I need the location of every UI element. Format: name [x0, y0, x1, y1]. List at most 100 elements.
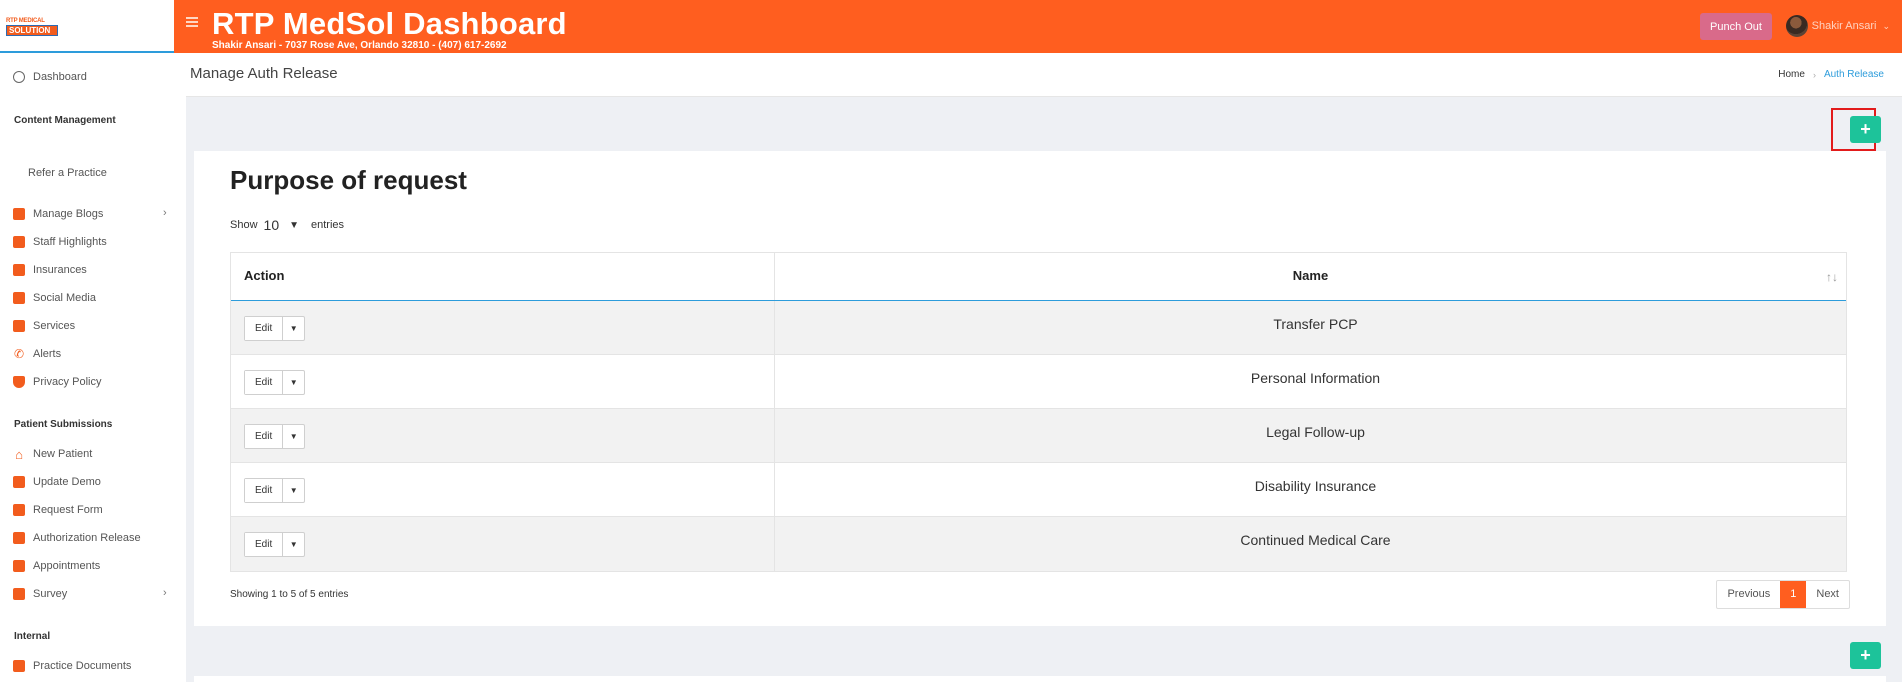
table-header: Action Name ↑↓ [231, 253, 1846, 301]
header-bar: RTP MedSol Dashboard Shakir Ansari - 703… [174, 0, 1902, 53]
pagination-next[interactable]: Next [1806, 581, 1849, 608]
chevron-right-icon: › [1812, 69, 1816, 80]
sidebar-item-update-demo[interactable]: Update Demo [12, 475, 101, 489]
sidebar-item-survey[interactable]: Survey [12, 587, 67, 601]
blog-icon [12, 207, 26, 221]
sidebar-item-label: Alerts [33, 348, 62, 360]
edit-button[interactable]: Edit [245, 533, 284, 556]
avatar [1785, 15, 1808, 37]
punch-out-button[interactable]: Punch Out [1700, 13, 1772, 40]
sidebar-item-services[interactable]: Services [12, 319, 75, 333]
card-icon [12, 475, 26, 489]
sidebar-item-privacy-policy[interactable]: Privacy Policy [12, 375, 101, 389]
sidebar-item-label: Authorization Release [33, 532, 141, 544]
table-row: Edit ▼ Disability Insurance [231, 463, 1846, 517]
insurance-icon [12, 263, 26, 277]
chart-icon [12, 587, 26, 601]
sidebar-item-alerts[interactable]: ✆ Alerts [12, 347, 61, 361]
gauge-icon [12, 70, 26, 84]
caret-down-icon[interactable]: ▼ [283, 425, 304, 448]
action-cell: Edit ▼ [231, 301, 775, 354]
name-cell: Disability Insurance [1254, 478, 1377, 494]
sidebar-item-label: Survey [33, 588, 68, 600]
sidebar-item-label: Refer a Practice [28, 167, 107, 179]
logo-line2: SOLUTION [6, 24, 58, 36]
page-title: Manage Auth Release [190, 65, 338, 82]
edit-button-group: Edit ▼ [244, 370, 306, 395]
social-icon [12, 291, 26, 305]
name-cell: Continued Medical Care [1240, 532, 1391, 548]
sidebar-item-label: Appointments [33, 560, 101, 572]
purpose-card: Purpose of request Show 10 ▼ entries Act… [194, 151, 1886, 626]
sidebar-item-request-form[interactable]: Request Form [12, 503, 103, 517]
sidebar-item-dashboard[interactable]: Dashboard [12, 70, 87, 84]
sidebar-item-authorization-release[interactable]: Authorization Release [12, 531, 141, 545]
app-title: RTP MedSol Dashboard [212, 6, 567, 41]
edit-button-group: Edit ▼ [244, 424, 306, 449]
edit-button[interactable]: Edit [245, 317, 284, 340]
caret-down-icon[interactable]: ▼ [283, 317, 304, 340]
column-header-label: Name [1292, 268, 1329, 283]
pagination-page-1[interactable]: 1 [1780, 581, 1807, 608]
caret-down-icon[interactable]: ▼ [283, 371, 304, 394]
action-cell: Edit ▼ [231, 355, 775, 408]
sidebar-item-refer[interactable]: Refer a Practice [28, 167, 107, 179]
pagination-previous[interactable]: Previous [1717, 581, 1780, 608]
table-row: Edit ▼ Legal Follow-up [231, 409, 1846, 463]
services-icon [12, 319, 26, 333]
clipboard-icon [12, 659, 26, 673]
edit-button[interactable]: Edit [245, 371, 284, 394]
sidebar-item-label: Privacy Policy [33, 376, 102, 388]
chevron-down-icon[interactable]: ▼ [289, 220, 299, 231]
sidebar-item-appointments[interactable]: Appointments [12, 559, 100, 573]
sidebar-item-staff-highlights[interactable]: Staff Highlights [12, 235, 107, 249]
table-row: Edit ▼ Personal Information [231, 355, 1846, 409]
next-card [194, 676, 1886, 682]
card-title: Purpose of request [230, 165, 467, 195]
user-menu[interactable]: Shakir Ansari ⌄ [1785, 15, 1890, 37]
sort-icon[interactable]: ↑↓ [1826, 270, 1838, 284]
sidebar-item-label: Insurances [33, 264, 87, 276]
sidebar: Dashboard Content Management Refer a Pra… [0, 53, 186, 682]
sidebar-item-label: Manage Blogs [33, 208, 104, 220]
add-button-secondary[interactable]: + [1850, 642, 1881, 669]
table-row: Edit ▼ Continued Medical Care [231, 517, 1846, 571]
column-header-name[interactable]: Name ↑↓ [775, 253, 1846, 300]
edit-button-group: Edit ▼ [244, 316, 306, 341]
entries-select[interactable]: 10 [264, 217, 280, 233]
sidebar-item-manage-blogs[interactable]: Manage Blogs [12, 207, 103, 221]
edit-button-group: Edit ▼ [244, 532, 306, 557]
breadcrumb: Home › Auth Release [1778, 69, 1884, 80]
sidebar-item-label: Practice Documents [33, 660, 132, 672]
caret-down-icon[interactable]: ▼ [283, 479, 304, 502]
form-icon [12, 503, 26, 517]
breadcrumb-home[interactable]: Home [1778, 69, 1805, 80]
table-body: Edit ▼ Transfer PCP Edit ▼ Personal Info… [231, 301, 1846, 571]
logo-area[interactable]: RTP MEDICAL SOLUTION [0, 0, 174, 53]
action-cell: Edit ▼ [231, 517, 775, 571]
phone-icon: ✆ [13, 347, 25, 361]
breadcrumb-current[interactable]: Auth Release [1824, 69, 1884, 80]
sidebar-item-insurances[interactable]: Insurances [12, 263, 87, 277]
staff-icon [12, 235, 26, 249]
name-cell: Personal Information [1250, 370, 1381, 386]
top-header: RTP MEDICAL SOLUTION RTP MedSol Dashboar… [0, 0, 1902, 53]
data-table: Action Name ↑↓ Edit ▼ Transfer PCP Edit … [230, 252, 1847, 572]
edit-button-group: Edit ▼ [244, 478, 306, 503]
sidebar-heading-content: Content Management [14, 115, 116, 126]
edit-button[interactable]: Edit [245, 479, 284, 502]
show-label: Show [230, 219, 258, 231]
sidebar-item-social-media[interactable]: Social Media [12, 291, 96, 305]
sidebar-item-label: Request Form [33, 504, 103, 516]
chevron-right-icon: › [163, 207, 167, 219]
hamburger-menu-icon[interactable] [186, 17, 198, 27]
sidebar-item-new-patient[interactable]: ⌂ New Patient [12, 446, 93, 462]
sidebar-item-label: New Patient [33, 448, 93, 460]
home-icon: ⌂ [15, 446, 23, 462]
edit-button[interactable]: Edit [245, 425, 284, 448]
caret-down-icon[interactable]: ▼ [283, 533, 304, 556]
sidebar-item-practice-documents[interactable]: Practice Documents [12, 659, 131, 673]
sidebar-item-label: Staff Highlights [33, 236, 107, 248]
add-button[interactable]: + [1850, 116, 1881, 143]
table-row: Edit ▼ Transfer PCP [231, 301, 1846, 355]
